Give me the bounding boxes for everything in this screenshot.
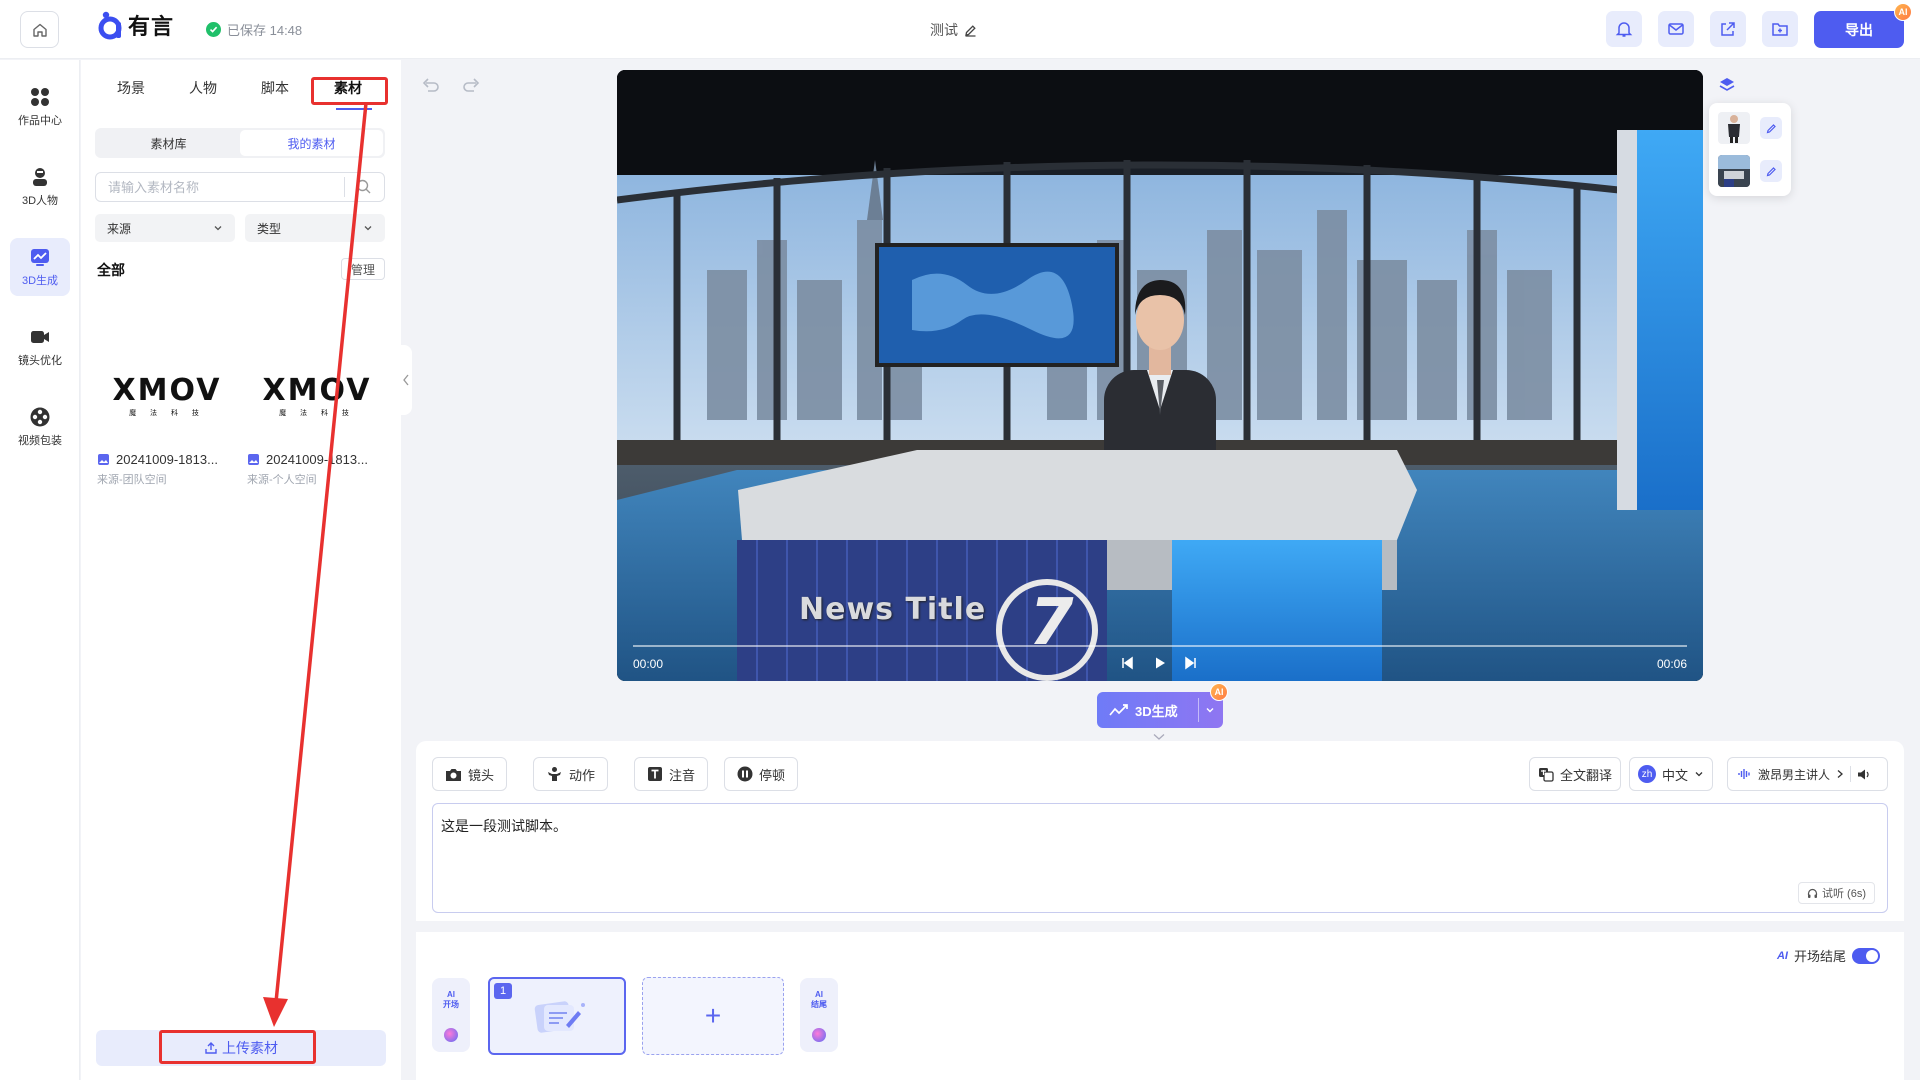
- chevron-down-icon: [1695, 772, 1703, 777]
- previous-icon[interactable]: [1119, 655, 1135, 671]
- text-box-icon: [648, 767, 662, 781]
- edit-layer-button[interactable]: [1760, 160, 1782, 182]
- plus-icon: +: [704, 1000, 722, 1031]
- overlay-title: News Title: [799, 592, 987, 627]
- listen-label: 试听 (6s): [1822, 888, 1866, 900]
- script-editor: 镜头 动作 注音 停顿 全文翻译 zh 中文 激昂男主讲人 这是一段测试脚本。 …: [416, 741, 1904, 921]
- trend-icon: [1109, 704, 1128, 716]
- translate-label: 全文翻译: [1560, 767, 1613, 783]
- layer-thumb-person[interactable]: [1718, 112, 1750, 144]
- preview-listen-button[interactable]: 试听 (6s): [1798, 882, 1875, 904]
- script-document-icon: [534, 1001, 585, 1033]
- ai-opening-label: 开场: [443, 1000, 459, 1009]
- opening-ending-toggle[interactable]: [1852, 947, 1880, 964]
- ai-card-tag: AI: [815, 990, 823, 999]
- shot-timeline: AI 开场结尾 AI 开场 1 + AI 结尾: [416, 932, 1904, 1080]
- current-time: 00:00: [633, 657, 664, 671]
- pause-icon: [737, 766, 753, 782]
- pause-tool-button[interactable]: 停顿: [724, 757, 799, 791]
- language-label: 中文: [1662, 767, 1689, 783]
- voice-select[interactable]: 激昂男主讲人: [1727, 757, 1888, 791]
- translate-icon: [1539, 768, 1554, 782]
- redo-icon[interactable]: [460, 74, 482, 96]
- play-icon[interactable]: [1152, 655, 1168, 671]
- toggle-label: 开场结尾: [1793, 949, 1846, 964]
- gesture-icon: [548, 767, 561, 781]
- duration: 00:06: [1656, 657, 1687, 671]
- next-icon[interactable]: [1183, 655, 1199, 671]
- translate-button[interactable]: 全文翻译: [1529, 757, 1622, 791]
- ai-ending-label: 结尾: [811, 1000, 827, 1009]
- script-textarea[interactable]: 这是一段测试脚本。 试听 (6s): [432, 803, 1888, 913]
- layers-button[interactable]: [1713, 71, 1741, 99]
- camera-icon: [446, 768, 461, 781]
- add-shot-button[interactable]: +: [642, 977, 784, 1055]
- ai-card-tag: AI: [447, 990, 455, 999]
- ai-ending-card[interactable]: AI 结尾: [800, 978, 838, 1052]
- shot-card[interactable]: 1: [488, 977, 626, 1055]
- script-text: 这是一段测试脚本。: [441, 818, 567, 834]
- layers-icon: [1719, 78, 1735, 91]
- tool-label: 动作: [569, 767, 596, 783]
- chevron-down-icon[interactable]: [1152, 733, 1166, 741]
- ai-icon: AI: [1776, 949, 1788, 962]
- language-select[interactable]: zh 中文: [1629, 757, 1714, 791]
- generate-divider: [1198, 698, 1199, 722]
- voice-label: 激昂男主讲人: [1758, 767, 1831, 782]
- shot-number-badge: 1: [494, 983, 512, 999]
- phonetic-tool-button[interactable]: 注音: [634, 757, 709, 791]
- edit-layer-button[interactable]: [1760, 117, 1782, 139]
- voice-divider: [1850, 766, 1852, 782]
- generate-label: 3D生成: [1135, 703, 1178, 719]
- ai-opening-card[interactable]: AI 开场: [432, 978, 470, 1052]
- camera-tool-button[interactable]: 镜头: [432, 757, 508, 791]
- tool-label: 镜头: [468, 767, 495, 783]
- waveform-icon: [1738, 769, 1750, 779]
- overlay-number: 7: [1029, 586, 1074, 660]
- tool-label: 注音: [669, 767, 696, 783]
- speaker-icon[interactable]: [1857, 768, 1871, 781]
- pencil-icon: [1766, 166, 1776, 176]
- pencil-icon: [1766, 123, 1776, 133]
- 3d-generate-button[interactable]: 3D生成 AI: [1097, 683, 1228, 728]
- chevron-right-icon: [1837, 770, 1844, 778]
- headphones-icon: [1807, 888, 1818, 898]
- layers-popover: [1709, 103, 1791, 196]
- ai-orb-icon: [812, 1028, 826, 1042]
- ai-badge: AI: [1210, 683, 1228, 701]
- news-studio-scene: [617, 70, 1703, 681]
- action-tool-button[interactable]: 动作: [533, 757, 609, 791]
- chevron-down-icon[interactable]: [1205, 705, 1215, 715]
- language-code-badge: zh: [1638, 765, 1656, 783]
- ai-orb-icon: [444, 1028, 458, 1042]
- undo-icon[interactable]: [420, 74, 442, 96]
- video-preview[interactable]: News Title 7 00:00 00:06: [617, 70, 1703, 681]
- video-progress-bar[interactable]: [633, 645, 1687, 647]
- layer-thumb-scene[interactable]: [1718, 155, 1750, 187]
- tool-label: 停顿: [759, 767, 786, 783]
- opening-ending-toggle-row: AI 开场结尾: [1777, 946, 1880, 965]
